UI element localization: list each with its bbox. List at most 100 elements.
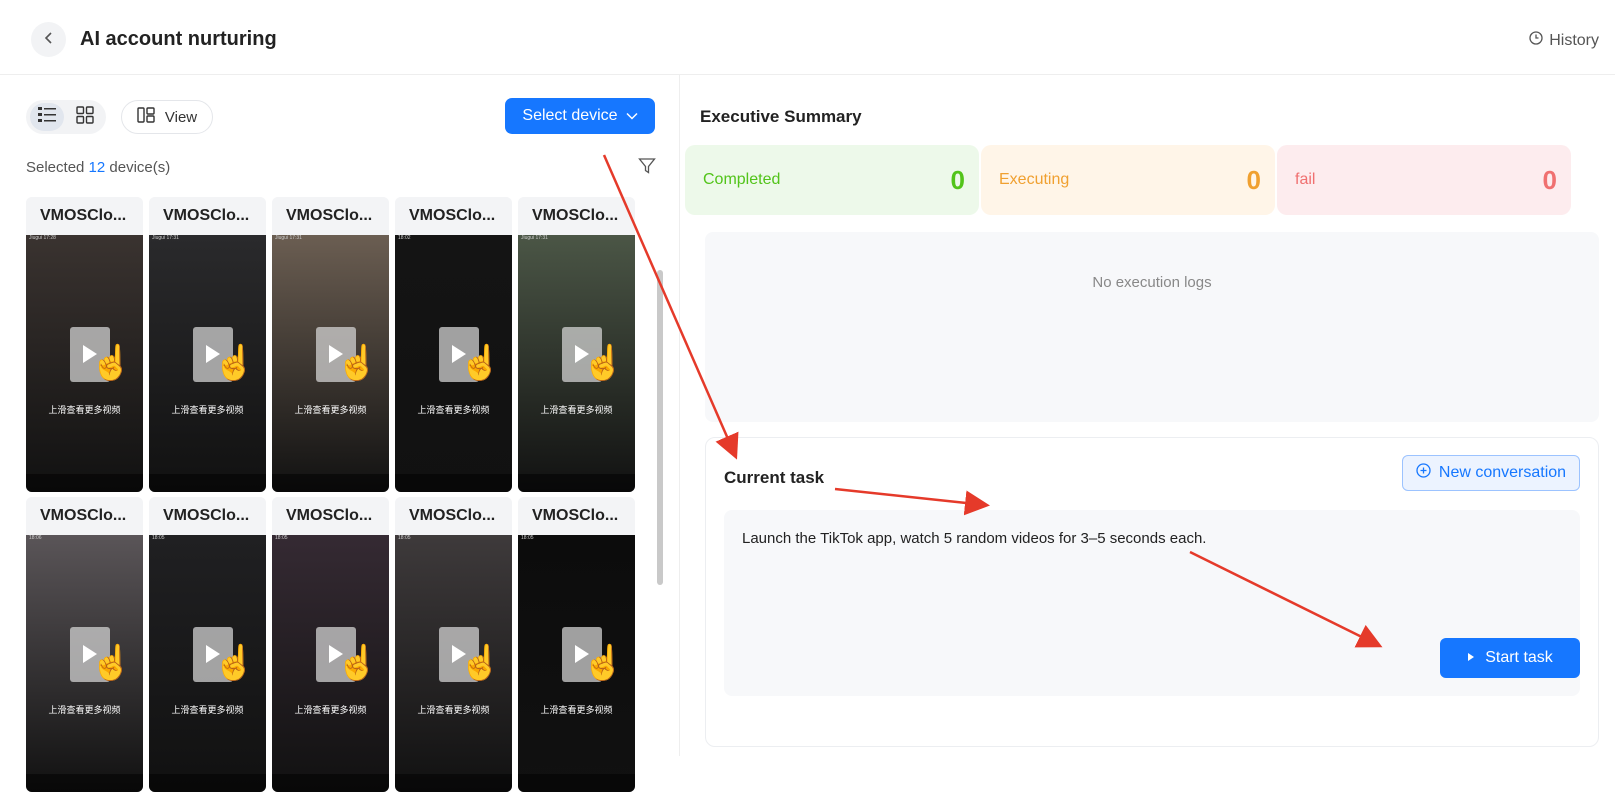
device-card[interactable]: VMOSClo... 18:06 ☝ 上滑查看更多视频 bbox=[26, 497, 143, 792]
clock-icon bbox=[1529, 31, 1543, 50]
view-label: View bbox=[164, 108, 198, 126]
current-task-card: Current task New conversation Launch the… bbox=[705, 437, 1599, 747]
device-status-bar: Jiugui 17:31 bbox=[152, 235, 179, 241]
device-status-bar: 18:02 bbox=[398, 235, 411, 241]
device-screen[interactable]: Jiugui 17:31 ☝ 上滑查看更多视频 bbox=[149, 235, 266, 492]
executing-stat: Executing 0 bbox=[981, 145, 1275, 215]
completed-stat: Completed 0 bbox=[685, 145, 979, 215]
device-status-bar: 18:06 bbox=[29, 535, 42, 541]
fail-value: 0 bbox=[1542, 164, 1557, 195]
device-card[interactable]: VMOSClo... 18:05 ☝ 上滑查看更多视频 bbox=[518, 497, 635, 792]
swipe-hint-text: 上滑查看更多视频 bbox=[171, 405, 244, 415]
device-name: VMOSClo... bbox=[518, 497, 635, 535]
device-screen[interactable]: 18:05 ☝ 上滑查看更多视频 bbox=[272, 535, 389, 792]
device-card[interactable]: VMOSClo... 18:05 ☝ 上滑查看更多视频 bbox=[272, 497, 389, 792]
swipe-hint-text: 上滑查看更多视频 bbox=[417, 405, 490, 415]
device-card[interactable]: VMOSClo... Jiugui 17:28 ☝ 上滑查看更多视频 bbox=[26, 197, 143, 492]
history-button[interactable]: History bbox=[1529, 31, 1599, 50]
device-screen[interactable]: 18:05 ☝ 上滑查看更多视频 bbox=[149, 535, 266, 792]
history-label: History bbox=[1549, 31, 1599, 49]
device-status-bar: 18:05 bbox=[152, 535, 165, 541]
play-icon bbox=[1467, 649, 1475, 667]
device-card[interactable]: VMOSClo... Jiugui 17:31 ☝ 上滑查看更多视频 bbox=[149, 197, 266, 492]
device-name: VMOSClo... bbox=[395, 197, 512, 235]
hand-pointer-icon: ☝ bbox=[582, 344, 625, 382]
device-status-bar: 18:05 bbox=[275, 535, 288, 541]
new-conversation-button[interactable]: New conversation bbox=[1402, 455, 1580, 491]
task-text: Launch the TikTok app, watch 5 random vi… bbox=[742, 530, 1207, 547]
swipe-hint-text: 上滑查看更多视频 bbox=[540, 705, 613, 715]
device-screen[interactable]: 18:02 ☝ 上滑查看更多视频 bbox=[395, 235, 512, 492]
device-card[interactable]: VMOSClo... 18:05 ☝ 上滑查看更多视频 bbox=[149, 497, 266, 792]
device-screen[interactable]: 18:05 ☝ 上滑查看更多视频 bbox=[395, 535, 512, 792]
device-name: VMOSClo... bbox=[272, 197, 389, 235]
hand-pointer-icon: ☝ bbox=[90, 344, 133, 382]
device-nav-bar bbox=[272, 474, 389, 492]
no-logs-text: No execution logs bbox=[1092, 274, 1212, 291]
device-screen[interactable]: 18:05 ☝ 上滑查看更多视频 bbox=[518, 535, 635, 792]
grid-view-toggle[interactable] bbox=[68, 103, 102, 131]
filter-button[interactable] bbox=[638, 157, 656, 180]
executing-value: 0 bbox=[1246, 164, 1261, 195]
device-card[interactable]: VMOSClo... Jiugui 17:31 ☝ 上滑查看更多视频 bbox=[272, 197, 389, 492]
selected-number: 12 bbox=[88, 159, 106, 176]
select-device-button[interactable]: Select device bbox=[505, 98, 655, 134]
swipe-hint-text: 上滑查看更多视频 bbox=[294, 705, 367, 715]
device-name: VMOSClo... bbox=[518, 197, 635, 235]
swipe-hint-text: 上滑查看更多视频 bbox=[417, 705, 490, 715]
fail-label: fail bbox=[1295, 171, 1316, 188]
device-nav-bar bbox=[518, 474, 635, 492]
list-view-toggle[interactable] bbox=[30, 103, 64, 131]
grid-icon bbox=[76, 105, 94, 129]
device-screen[interactable]: Jiugui 17:31 ☝ 上滑查看更多视频 bbox=[518, 235, 635, 492]
device-nav-bar bbox=[26, 774, 143, 792]
device-status-bar: Jiugui 17:28 bbox=[29, 235, 56, 241]
completed-label: Completed bbox=[703, 171, 781, 188]
swipe-hint-text: 上滑查看更多视频 bbox=[48, 405, 121, 415]
start-task-label: Start task bbox=[1485, 649, 1553, 666]
device-card[interactable]: VMOSClo... 18:05 ☝ 上滑查看更多视频 bbox=[395, 497, 512, 792]
device-grid-scrollbar[interactable] bbox=[657, 270, 663, 585]
device-status-bar: 18:05 bbox=[398, 535, 411, 541]
list-icon bbox=[37, 106, 57, 129]
device-nav-bar bbox=[149, 474, 266, 492]
device-name: VMOSClo... bbox=[149, 497, 266, 535]
hand-pointer-icon: ☝ bbox=[90, 644, 133, 682]
page-title: AI account nurturing bbox=[80, 28, 277, 50]
device-card[interactable]: VMOSClo... Jiugui 17:31 ☝ 上滑查看更多视频 bbox=[518, 197, 635, 492]
hand-pointer-icon: ☝ bbox=[459, 344, 502, 382]
device-screen[interactable]: Jiugui 17:28 ☝ 上滑查看更多视频 bbox=[26, 235, 143, 492]
executing-label: Executing bbox=[999, 171, 1070, 188]
hand-pointer-icon: ☝ bbox=[459, 644, 502, 682]
device-status-bar: Jiugui 17:31 bbox=[521, 235, 548, 241]
swipe-hint-text: 上滑查看更多视频 bbox=[540, 405, 613, 415]
view-button[interactable]: View bbox=[121, 100, 213, 134]
back-button[interactable] bbox=[31, 22, 66, 57]
filter-icon bbox=[638, 158, 656, 179]
selected-suffix: device(s) bbox=[109, 159, 171, 176]
completed-value: 0 bbox=[950, 164, 965, 195]
hand-pointer-icon: ☝ bbox=[213, 644, 256, 682]
header-bar: AI account nurturing History bbox=[0, 0, 1615, 75]
device-status-bar: Jiugui 17:31 bbox=[275, 235, 302, 241]
hand-pointer-icon: ☝ bbox=[582, 644, 625, 682]
device-name: VMOSClo... bbox=[26, 497, 143, 535]
device-screen[interactable]: Jiugui 17:31 ☝ 上滑查看更多视频 bbox=[272, 235, 389, 492]
swipe-hint-text: 上滑查看更多视频 bbox=[171, 705, 244, 715]
executive-summary-title: Executive Summary bbox=[700, 107, 862, 126]
device-nav-bar bbox=[26, 474, 143, 492]
new-conversation-label: New conversation bbox=[1438, 464, 1567, 481]
device-card[interactable]: VMOSClo... 18:02 ☝ 上滑查看更多视频 bbox=[395, 197, 512, 492]
selected-prefix: Selected bbox=[26, 159, 85, 176]
device-name: VMOSClo... bbox=[149, 197, 266, 235]
swipe-hint-text: 上滑查看更多视频 bbox=[294, 405, 367, 415]
device-name: VMOSClo... bbox=[272, 497, 389, 535]
swipe-hint-text: 上滑查看更多视频 bbox=[48, 705, 121, 715]
start-task-button[interactable]: Start task bbox=[1440, 638, 1580, 678]
device-screen[interactable]: 18:06 ☝ 上滑查看更多视频 bbox=[26, 535, 143, 792]
device-nav-bar bbox=[395, 774, 512, 792]
device-name: VMOSClo... bbox=[395, 497, 512, 535]
device-nav-bar bbox=[272, 774, 389, 792]
plus-circle-icon bbox=[1416, 463, 1431, 483]
execution-panel: Executive Summary Completed 0 Executing … bbox=[680, 75, 1615, 756]
